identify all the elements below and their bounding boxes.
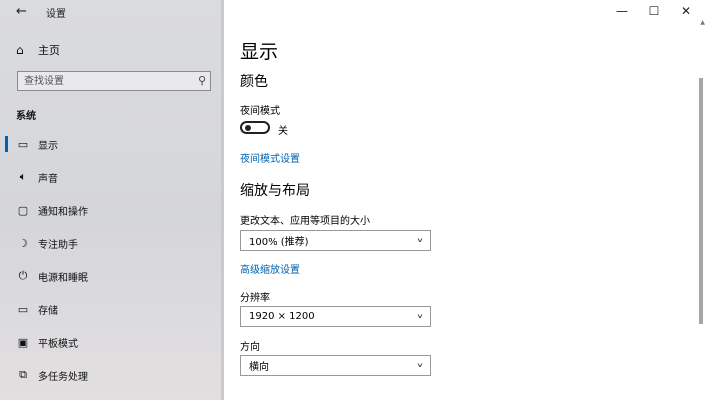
chevron-down-icon: ∨ [416, 313, 424, 320]
scale-label: 更改文本、应用等项目的大小 [240, 216, 370, 227]
main-content: — ☐ ✕ ▲ 显示 颜色 夜间模式 关 夜间模式设置 缩放与布局 更改文本、应… [224, 0, 707, 400]
sidebar-item-multitask[interactable]: ⧉ 多任务处理 [0, 362, 221, 388]
chevron-down-icon: ∨ [416, 362, 424, 369]
minimize-button[interactable]: — [612, 4, 632, 18]
close-button[interactable]: ✕ [676, 4, 696, 18]
app-title: 设置 [46, 9, 66, 20]
sidebar-item-speaker[interactable]: 🔈︎ 声音 [0, 164, 221, 190]
toggle-knob [245, 125, 251, 131]
sidebar-item-label: 存储 [38, 305, 58, 317]
scroll-up-arrow-icon[interactable]: ▲ [700, 19, 705, 26]
home-nav-item[interactable]: ⌂ 主页 [16, 42, 60, 58]
sidebar-item-label: 显示 [38, 140, 58, 152]
search-icon[interactable]: ⚲ [198, 74, 206, 87]
scale-dropdown[interactable]: 100% (推荐) ∨ [240, 230, 431, 251]
sidebar-item-label: 通知和操作 [38, 206, 88, 218]
night-light-state: 关 [278, 126, 288, 137]
orientation-dropdown[interactable]: 横向 ∨ [240, 355, 431, 376]
sidebar-item-storage[interactable]: ▭ 存储 [0, 296, 221, 322]
scale-layout-heading: 缩放与布局 [240, 183, 310, 199]
section-label-system: 系统 [16, 111, 36, 122]
home-label: 主页 [38, 44, 60, 57]
sidebar-item-label: 平板模式 [38, 338, 78, 350]
monitor-icon: ▭ [17, 137, 29, 151]
sidebar-item-label: 多任务处理 [38, 371, 88, 383]
tablet-icon: ▣ [17, 335, 29, 349]
orientation-label: 方向 [240, 342, 260, 353]
home-icon: ⌂ [16, 43, 24, 57]
maximize-button[interactable]: ☐ [644, 4, 664, 18]
title-bar: ← 设置 [0, 0, 224, 24]
color-heading: 颜色 [240, 74, 268, 90]
orientation-value: 横向 [249, 362, 269, 373]
sidebar: ← 设置 ⌂ 主页 ⚲ 系统 ▭ 显示 🔈︎ 声音 ▢ 通知和操作 ☽ 专注助手 ⏻ 电源和睡眠 ▭… [0, 0, 224, 400]
night-light-label: 夜间模式 [240, 106, 280, 117]
back-arrow-icon[interactable]: ← [16, 4, 27, 19]
night-light-settings-link[interactable]: 夜间模式设置 [240, 150, 300, 165]
sidebar-item-tablet[interactable]: ▣ 平板模式 [0, 329, 221, 355]
notification-icon: ▢ [17, 203, 29, 217]
sidebar-item-notification[interactable]: ▢ 通知和操作 [0, 197, 221, 223]
chevron-down-icon: ∨ [416, 237, 424, 244]
sidebar-item-label: 专注助手 [38, 239, 78, 251]
resolution-label: 分辨率 [240, 293, 270, 304]
page-title: 显示 [240, 41, 279, 63]
sidebar-item-power[interactable]: ⏻ 电源和睡眠 [0, 263, 221, 289]
speaker-icon: 🔈︎ [19, 170, 27, 183]
scrollbar-thumb[interactable] [699, 78, 703, 324]
resolution-value: 1920 × 1200 [249, 311, 315, 322]
advanced-scaling-link[interactable]: 高级缩放设置 [240, 261, 300, 276]
sidebar-item-monitor[interactable]: ▭ 显示 [0, 131, 221, 157]
scale-value: 100% (推荐) [249, 237, 309, 248]
search-input[interactable] [18, 72, 192, 90]
sidebar-item-label: 声音 [38, 173, 58, 185]
storage-icon: ▭ [17, 302, 29, 316]
power-icon: ⏻ [18, 269, 28, 282]
multitask-icon: ⧉ [19, 368, 27, 381]
sidebar-item-moon[interactable]: ☽ 专注助手 [0, 230, 221, 256]
resolution-dropdown[interactable]: 1920 × 1200 ∨ [240, 306, 431, 327]
sidebar-item-label: 电源和睡眠 [38, 272, 88, 284]
search-box[interactable]: ⚲ [17, 71, 211, 91]
moon-icon: ☽ [18, 236, 28, 250]
night-light-toggle[interactable] [240, 121, 270, 134]
